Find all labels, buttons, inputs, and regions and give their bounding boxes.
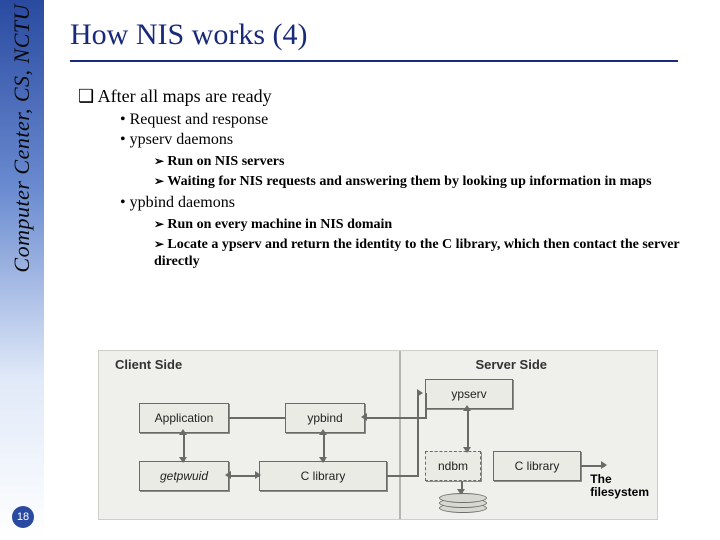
slide-title: How NIS works (4) <box>70 18 696 52</box>
item-label: Request and response <box>130 111 269 128</box>
bullet-list-level1: Request and response ypserv daemons Run … <box>120 111 696 271</box>
item-label: ypbind daemons <box>130 194 235 211</box>
getpwuid-box: getpwuid <box>139 461 229 491</box>
client-side-label: Client Side <box>115 357 182 372</box>
section-bullet-icon: ❑ <box>78 86 94 106</box>
arrowhead-right-icon <box>417 389 423 397</box>
ndbm-box: ndbm <box>425 451 481 481</box>
sidebar-org-text: Computer Center, CS, NCTU <box>9 4 35 273</box>
arrow-ypserv-down <box>467 409 469 451</box>
page-number-badge: 18 <box>12 506 34 528</box>
arrow-clib-to-server <box>387 475 419 477</box>
sub-item-text: Run on NIS servers <box>167 154 284 169</box>
sidebar: Computer Center, CS, NCTU <box>0 0 44 540</box>
sub-item-text: Run on every machine in NIS domain <box>167 217 392 232</box>
section-heading-text: After all maps are ready <box>98 86 272 106</box>
list-item: ypserv daemons Run on NIS servers Waitin… <box>120 131 696 190</box>
arrowhead-up-icon <box>319 429 327 435</box>
arrowhead-left-icon <box>225 471 231 479</box>
bullet-list-level2: Run on every machine in NIS domain Locat… <box>154 216 696 271</box>
arrowhead-left-icon <box>361 413 367 421</box>
list-item: Waiting for NIS requests and answering t… <box>154 173 696 191</box>
divider-vertical <box>399 351 401 519</box>
sub-item-text: Waiting for NIS requests and answering t… <box>167 174 651 189</box>
arrow-corner-up <box>425 393 427 419</box>
c-library-client-box: C library <box>259 461 387 491</box>
arrow-vertical-to-ypserv <box>417 393 419 477</box>
sub-item-text: Locate a ypserv and return the identity … <box>154 237 679 270</box>
filesystem-label: The filesystem <box>590 473 649 499</box>
arrowhead-right-icon <box>601 461 607 469</box>
section-heading: ❑ After all maps are ready <box>78 86 696 107</box>
arrowhead-up-icon <box>179 429 187 435</box>
list-item: Run on every machine in NIS domain <box>154 216 696 234</box>
nis-architecture-diagram: Client Side Server Side Application getp… <box>98 350 658 520</box>
c-library-server-box: C library <box>493 451 581 481</box>
disk-stack-icon <box>435 491 491 517</box>
item-label: ypserv daemons <box>130 131 234 148</box>
arrow-app-to-ypbind <box>229 417 285 419</box>
list-item: Run on NIS servers <box>154 153 696 171</box>
list-item: Locate a ypserv and return the identity … <box>154 236 696 271</box>
arrowhead-right-icon <box>255 471 261 479</box>
arrow-ypbind-to-ypserv <box>365 417 425 419</box>
diagram-bg: Client Side Server Side Application getp… <box>99 351 657 519</box>
list-item: Request and response <box>120 111 696 129</box>
bullet-list-level2: Run on NIS servers Waiting for NIS reque… <box>154 153 696 190</box>
arrowhead-down-icon <box>179 457 187 463</box>
disk-icon <box>439 493 487 503</box>
arrowhead-up-icon <box>463 405 471 411</box>
arrowhead-down-icon <box>319 457 327 463</box>
title-divider <box>70 60 678 62</box>
list-item: ypbind daemons Run on every machine in N… <box>120 194 696 271</box>
slide-content: How NIS works (4) ❑ After all maps are r… <box>70 18 696 275</box>
fs-label-line2: filesystem <box>590 486 649 499</box>
server-side-label: Server Side <box>475 357 547 372</box>
arrowhead-down-icon <box>463 447 471 453</box>
